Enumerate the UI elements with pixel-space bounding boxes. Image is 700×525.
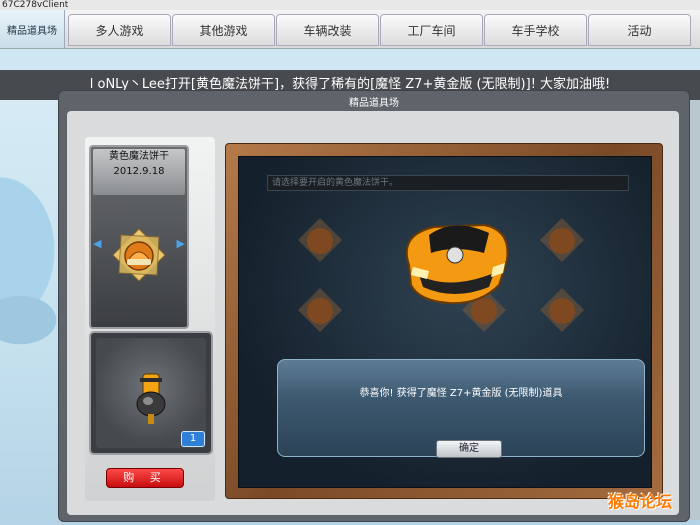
tab-multiplayer[interactable]: 多人游戏 — [68, 14, 171, 46]
cookie-grid-area: 请选择要开启的黄色魔法饼干。 恭喜你! 获得了魔怪 Z7+黄金版 (无限制)道具… — [238, 156, 652, 488]
pie-icon[interactable] — [539, 287, 585, 333]
top-navbar: 精品道具场 多人游戏 其他游戏 车辆改装 工厂车间 车手学校 活动 — [0, 10, 700, 49]
preview-item-date: 2012.9.18 — [113, 166, 165, 177]
cookie-icon — [112, 228, 166, 282]
pie-icon[interactable] — [297, 287, 343, 333]
tab-driver-school[interactable]: 车手学校 — [484, 14, 587, 46]
pie-icon[interactable] — [297, 217, 343, 263]
tab-other-games[interactable]: 其他游戏 — [172, 14, 275, 46]
selected-item-box[interactable]: 1 — [89, 331, 213, 455]
dialog-title: 精品道具场 — [349, 98, 399, 109]
tab-factory[interactable]: 工厂车间 — [380, 14, 483, 46]
forum-watermark: 猴岛论坛 — [608, 492, 673, 511]
tab-vehicle-mod[interactable]: 车辆改装 — [276, 14, 379, 46]
nav-tabs: 多人游戏 其他游戏 车辆改装 工厂车间 车手学校 活动 — [68, 14, 692, 46]
result-message: 恭喜你! 获得了魔怪 Z7+黄金版 (无限制)道具 — [359, 388, 563, 399]
buy-button[interactable]: 购 买 — [106, 468, 184, 488]
item-preview-card: 黄色魔法饼干 2012.9.18 ◀ ▶ — [89, 145, 189, 329]
wooden-frame: 请选择要开启的黄色魔法饼干。 恭喜你! 获得了魔怪 Z7+黄金版 (无限制)道具… — [225, 143, 663, 499]
right-scrollbar[interactable] — [690, 100, 700, 520]
tab-events[interactable]: 活动 — [588, 14, 691, 46]
result-popup: 恭喜你! 获得了魔怪 Z7+黄金版 (无限制)道具 确定 — [277, 359, 645, 458]
confirm-button[interactable]: 确定 — [436, 440, 502, 458]
hint-field: 请选择要开启的黄色魔法饼干。 — [267, 175, 629, 191]
pie-icon[interactable] — [539, 217, 585, 263]
car-icon — [405, 223, 509, 305]
item-count-badge: 1 — [181, 431, 205, 447]
window-title: 67C278vClient — [0, 0, 700, 10]
right-arrow-icon[interactable]: ▶ — [177, 237, 185, 250]
left-arrow-icon[interactable]: ◀ — [93, 237, 101, 250]
preview-item-name: 黄色魔法饼干 — [109, 151, 169, 162]
preview-header: 黄色魔法饼干 2012.9.18 — [93, 149, 185, 195]
nav-item-premium-shop[interactable]: 精品道具场 — [0, 10, 65, 48]
premium-shop-dialog: 精品道具场 黄色魔法饼干 2012.9.18 ◀ ▶ 1 购 买 请选择要开启的… — [58, 90, 690, 522]
